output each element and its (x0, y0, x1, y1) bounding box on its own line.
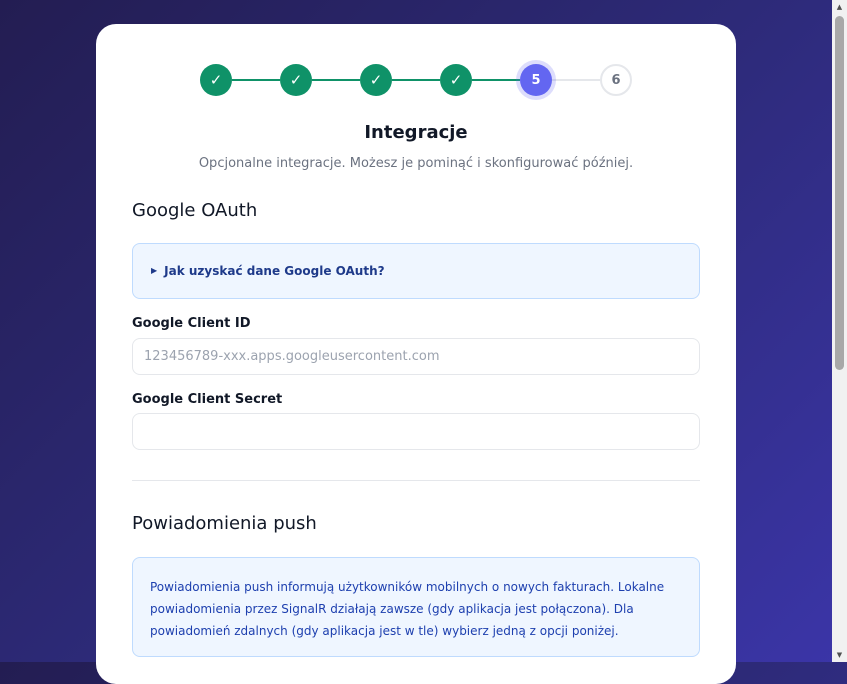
push-info-line: powiadomienia przez SignalR działają zaw… (150, 602, 634, 616)
step-1-check-icon: ✓ (200, 64, 232, 96)
step-connector (472, 79, 520, 81)
push-info-line: powiadomień zdalnych (gdy aplikacja jest… (150, 624, 619, 638)
scrollbar-thumb[interactable] (835, 16, 844, 370)
step-5-current: 5 (520, 64, 552, 96)
google-oauth-heading: Google OAuth (132, 200, 258, 221)
push-info-box: Powiadomienia push informują użytkownikó… (132, 557, 700, 657)
google-client-id-input[interactable] (132, 338, 700, 375)
section-divider (132, 480, 700, 481)
page-subtitle: Opcjonalne integracje. Możesz je pominąć… (198, 156, 634, 171)
step-connector (232, 79, 280, 81)
step-3-check-icon: ✓ (360, 64, 392, 96)
triangle-down-icon[interactable]: ▼ (832, 648, 847, 662)
google-oauth-help-label: Jak uzyskać dane Google OAuth? (164, 264, 385, 278)
google-client-secret-label: Google Client Secret (132, 392, 283, 407)
step-2-check-icon: ✓ (280, 64, 312, 96)
page-scrollbar[interactable]: ▲ ▼ (832, 0, 847, 662)
google-client-secret-input[interactable] (132, 413, 700, 450)
step-progress: ✓ ✓ ✓ ✓ 5 6 (96, 64, 736, 96)
push-notifications-heading: Powiadomienia push (132, 513, 317, 534)
step-connector (552, 79, 600, 81)
step-6-pending: 6 (600, 64, 632, 96)
page-title: Integracje (364, 122, 468, 143)
triangle-up-icon[interactable]: ▲ (832, 0, 847, 14)
step-connector (312, 79, 360, 81)
step-4-check-icon: ✓ (440, 64, 472, 96)
google-client-id-label: Google Client ID (132, 316, 251, 331)
triangle-right-icon: ▶ (151, 265, 158, 275)
google-oauth-help-toggle[interactable]: ▶ Jak uzyskać dane Google OAuth? (132, 243, 700, 299)
push-info-line: Powiadomienia push informują użytkownikó… (150, 580, 665, 594)
setup-card: ✓ ✓ ✓ ✓ 5 6 Integracje Opcjonalne integr… (96, 24, 736, 684)
step-connector (392, 79, 440, 81)
